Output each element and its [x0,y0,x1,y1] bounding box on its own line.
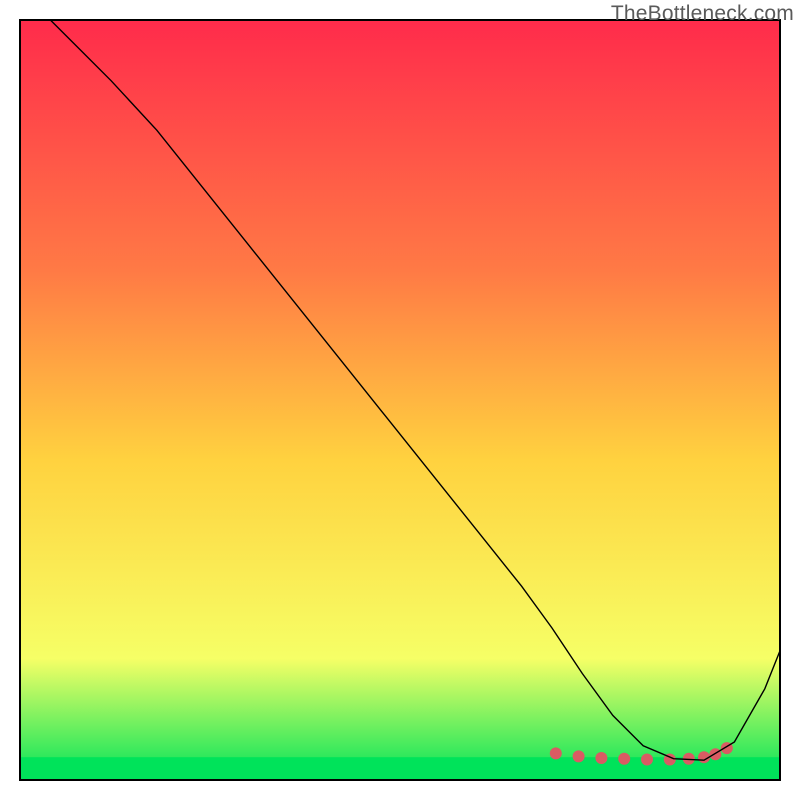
watermark-text: TheBottleneck.com [611,2,794,26]
chart-svg [0,0,800,800]
highlight-dot [641,754,653,766]
highlight-dot [573,750,585,762]
highlight-dot [595,752,607,764]
highlight-dot [550,747,562,759]
gradient-background [20,20,780,780]
highlight-dot [709,748,721,760]
highlight-dot [618,753,630,765]
chart-stage: TheBottleneck.com [0,0,800,800]
